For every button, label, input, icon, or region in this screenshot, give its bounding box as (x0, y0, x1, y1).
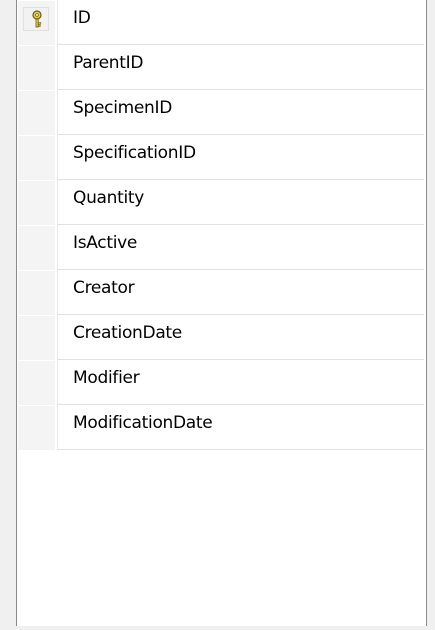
primary-key-icon (23, 7, 49, 31)
column-row-specificationid[interactable]: SpecificationID (17, 135, 426, 180)
column-row-isactive[interactable]: IsActive (17, 225, 426, 270)
column-name-label: SpecimenID (73, 98, 173, 118)
column-row-creationdate[interactable]: CreationDate (17, 315, 426, 360)
column-row-parentid[interactable]: ParentID (17, 45, 426, 90)
column-name-label: ID (73, 8, 91, 28)
column-name-cell[interactable]: Modifier (57, 360, 424, 405)
column-row-modificationdate[interactable]: ModificationDate (17, 405, 426, 450)
column-name-label: Creator (73, 278, 135, 298)
column-name-label: IsActive (73, 233, 138, 253)
column-name-cell[interactable]: Quantity (57, 180, 424, 225)
column-name-cell[interactable]: Creator (57, 270, 424, 315)
table-bottom-edge (16, 626, 427, 630)
row-selector[interactable] (18, 181, 55, 225)
column-name-label: CreationDate (73, 323, 182, 343)
row-selector[interactable] (18, 316, 55, 360)
row-selector[interactable] (18, 271, 55, 315)
column-row-quantity[interactable]: Quantity (17, 180, 426, 225)
column-row-id[interactable]: ID (17, 0, 426, 45)
column-name-cell[interactable]: ModificationDate (57, 405, 424, 450)
column-name-label: ParentID (73, 53, 144, 73)
column-row-specimenid[interactable]: SpecimenID (17, 90, 426, 135)
column-name-cell[interactable]: ID (57, 0, 424, 45)
column-name-label: SpecificationID (73, 143, 196, 163)
row-selector[interactable] (18, 1, 55, 45)
column-name-cell[interactable]: SpecimenID (57, 90, 424, 135)
column-name-cell[interactable]: CreationDate (57, 315, 424, 360)
column-row-creator[interactable]: Creator (17, 270, 426, 315)
row-selector[interactable] (18, 226, 55, 270)
column-name-cell[interactable]: SpecificationID (57, 135, 424, 180)
column-name-label: Quantity (73, 188, 145, 208)
column-row-modifier[interactable]: Modifier (17, 360, 426, 405)
row-selector[interactable] (18, 91, 55, 135)
row-selector[interactable] (18, 136, 55, 180)
column-name-label: Modifier (73, 368, 140, 388)
row-selector[interactable] (18, 406, 55, 450)
column-name-label: ModificationDate (73, 413, 213, 433)
column-name-cell[interactable]: IsActive (57, 225, 424, 270)
table-column-list: ID ParentID SpecimenID SpecificationID Q… (16, 0, 427, 626)
row-selector[interactable] (18, 46, 55, 90)
row-selector[interactable] (18, 361, 55, 405)
column-name-cell[interactable]: ParentID (57, 45, 424, 90)
